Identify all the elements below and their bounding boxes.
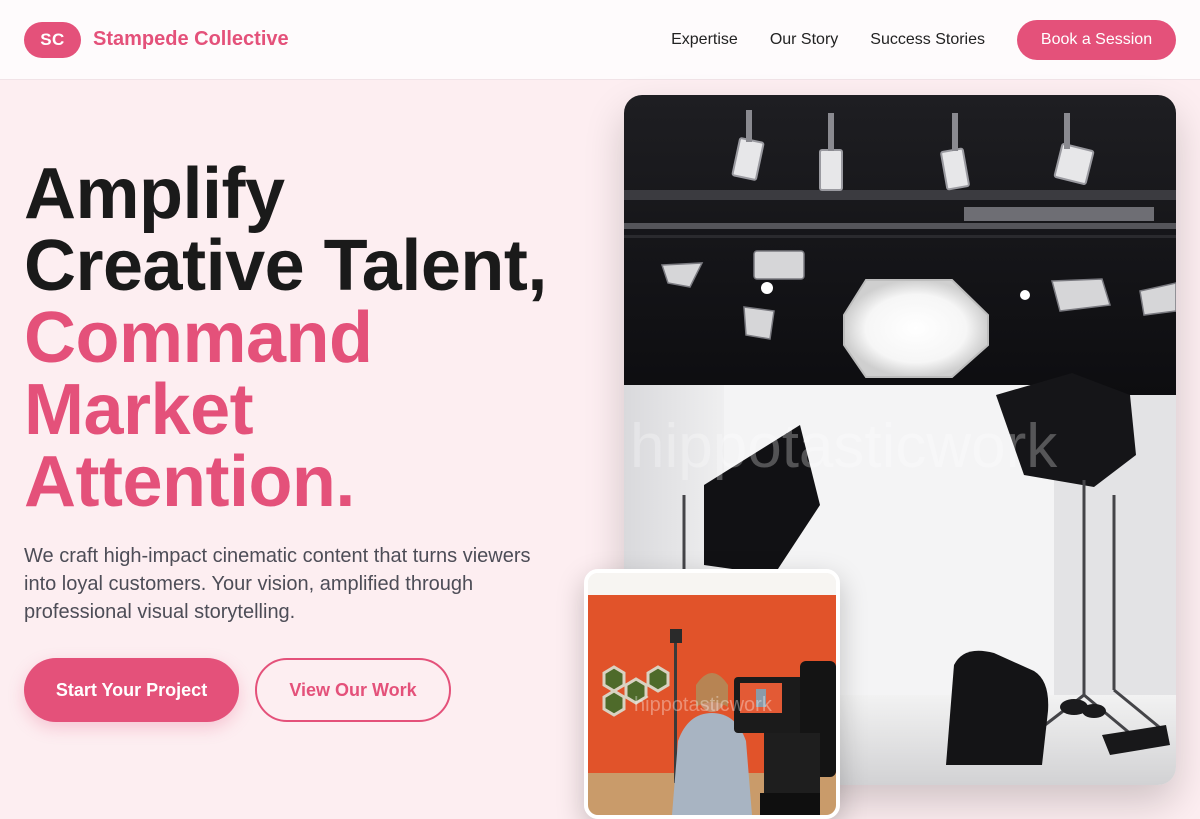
hero-cta-row: Start Your Project View Our Work	[24, 658, 584, 722]
brand[interactable]: SC Stampede Collective	[24, 21, 289, 58]
view-work-button[interactable]: View Our Work	[255, 658, 451, 722]
start-project-button[interactable]: Start Your Project	[24, 658, 239, 722]
headline-line-1: Amplify	[24, 154, 285, 234]
site-header: SC Stampede Collective Expertise Our Sto…	[0, 0, 1200, 80]
hero-subtext: We craft high-impact cinematic content t…	[24, 545, 531, 623]
nav-link-expertise[interactable]: Expertise	[671, 31, 738, 49]
main-nav: Expertise Our Story Success Stories Book…	[671, 19, 1176, 60]
book-session-button[interactable]: Book a Session	[1017, 19, 1176, 60]
logo-badge[interactable]: SC	[24, 21, 81, 58]
brand-name[interactable]: Stampede Collective	[93, 28, 289, 51]
nav-link-our-story[interactable]: Our Story	[770, 31, 838, 49]
headline-accent-1: Command	[24, 298, 373, 378]
headline-accent-3: Attention.	[24, 442, 355, 522]
hero-headline: Amplify Creative Talent, Command Market …	[24, 158, 584, 518]
headline-accent-2: Market	[24, 370, 254, 450]
hero-content: Amplify Creative Talent, Command Market …	[24, 158, 584, 722]
headline-line-2: Creative Talent,	[24, 226, 547, 306]
main-photo-watermark: hippotasticwork	[630, 412, 1058, 481]
nav-link-success-stories[interactable]: Success Stories	[870, 31, 985, 49]
interview-photo: hippotasticwork	[584, 569, 840, 819]
interview-photo-illustration: hippotasticwork	[588, 573, 836, 815]
small-photo-watermark: hippotasticwork	[634, 694, 773, 716]
